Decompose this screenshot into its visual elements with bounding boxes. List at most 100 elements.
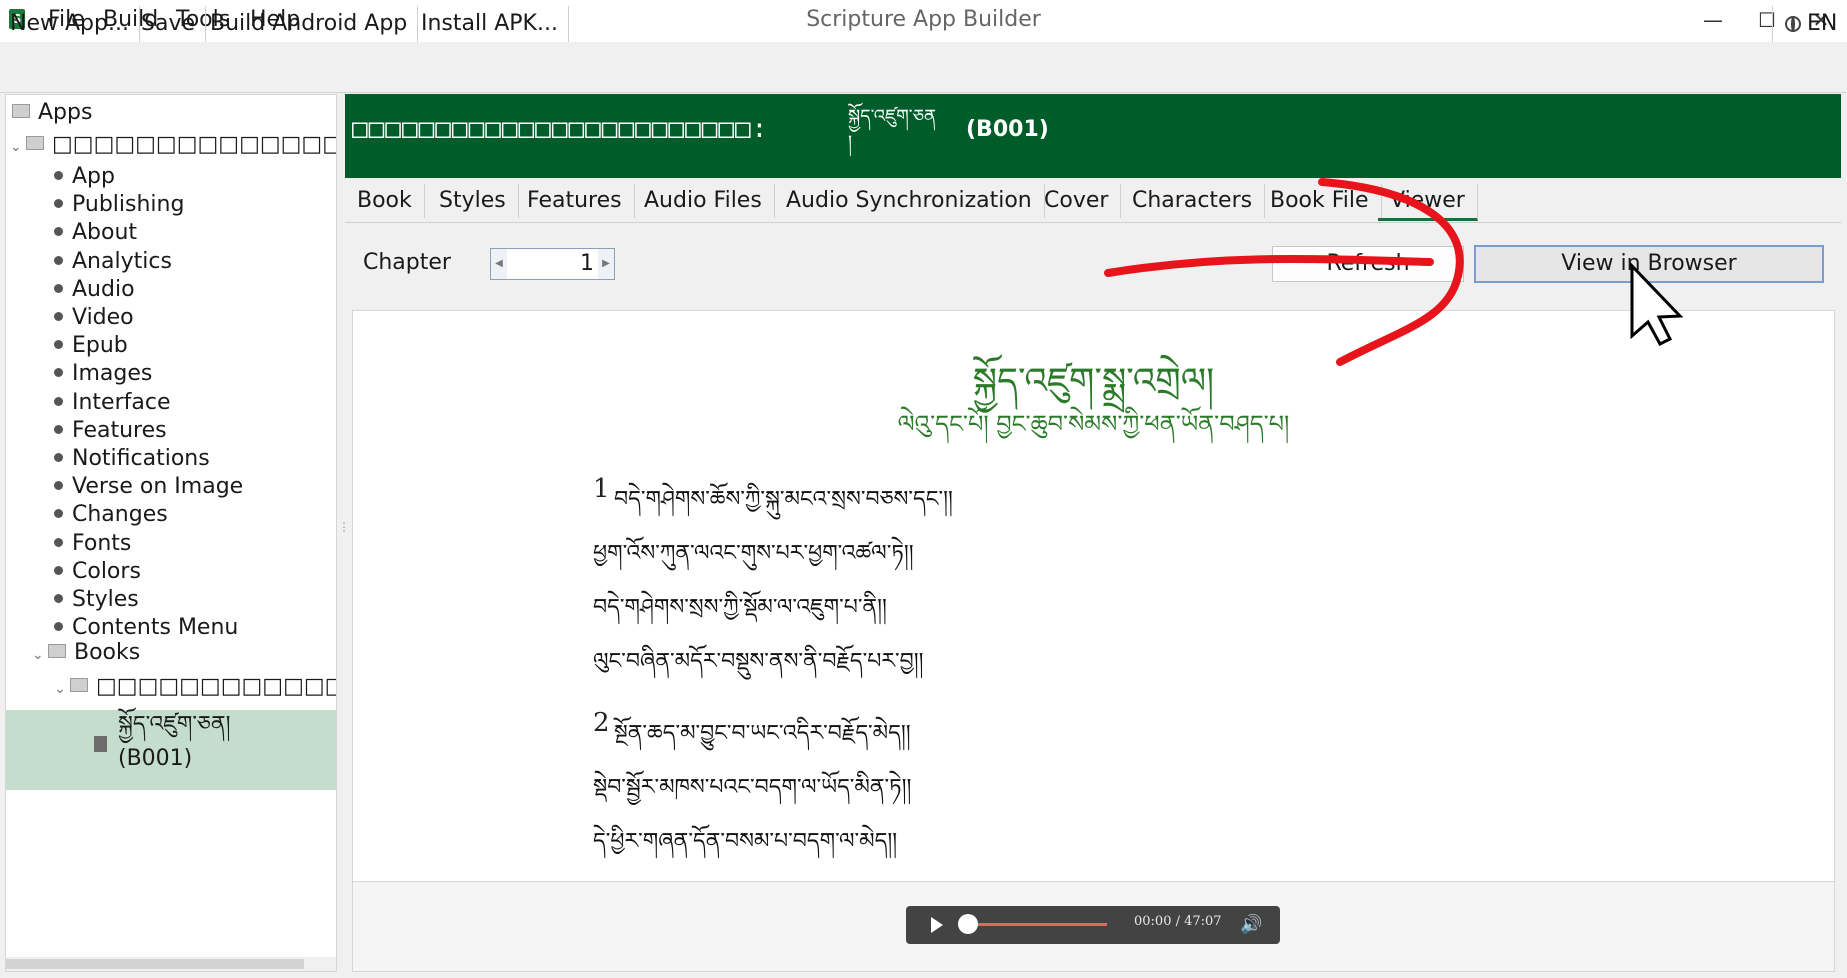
folder-icon <box>70 678 88 692</box>
splitter-handle[interactable]: ⋮ <box>338 521 350 546</box>
sidebar-item-label: Features <box>72 417 167 443</box>
bullet-icon <box>54 424 63 434</box>
sidebar-item-interface[interactable]: Interface <box>54 387 171 419</box>
bullet-icon <box>54 622 63 632</box>
sidebar-item-label: Interface <box>72 389 171 415</box>
tree-app-node[interactable]: ⌄ □□□□□□□□□□□□□□□□□□□□□□□ <box>10 129 337 161</box>
audio-time: 00:00 / 47:07 <box>1134 914 1222 929</box>
install-apk-button[interactable]: Install APK... <box>411 6 569 42</box>
sidebar-item-audio[interactable]: Audio <box>54 274 135 306</box>
sidebar-item-label: Audio <box>72 276 135 302</box>
bullet-icon <box>54 171 63 180</box>
folder-icon <box>12 104 30 118</box>
sidebar-item-epub[interactable]: Epub <box>54 330 128 362</box>
sidebar-item-video[interactable]: Video <box>54 302 134 334</box>
bullet-icon <box>54 368 63 378</box>
new-app-button[interactable]: New App... <box>0 6 140 42</box>
sidebar-item-styles[interactable]: Styles <box>54 584 139 616</box>
chevron-down-icon: ⌄ <box>54 681 66 697</box>
bullet-icon <box>54 312 63 321</box>
view-in-browser-button[interactable]: View in Browser <box>1474 245 1824 283</box>
verse-line: དེ་ཕྱིར་གཞན་དོན་བསམ་པ་བདག་ལ་མེད།། <box>593 829 898 854</box>
folder-icon <box>26 136 44 150</box>
audio-progress-track[interactable] <box>965 923 1107 926</box>
verse-number: 2 <box>593 708 610 738</box>
header-book-code: (B001) <box>966 117 1049 142</box>
tab-book-file[interactable]: Book File <box>1258 184 1382 218</box>
verse-line: སྡེབ་སྦྱོར་མཁས་པའང་བདག་ལ་ཡོད་མིན་ཏེ།། <box>593 775 912 800</box>
audio-progress-thumb[interactable] <box>958 914 978 934</box>
bullet-icon <box>54 255 63 265</box>
folder-icon <box>48 644 66 658</box>
tab-cover[interactable]: Cover <box>1032 184 1122 218</box>
sidebar-item-analytics[interactable]: Analytics <box>54 246 172 278</box>
sidebar-item-label: Publishing <box>72 192 185 218</box>
chevron-down-icon: ⌄ <box>32 647 44 663</box>
sidebar-item-label: Colors <box>72 558 141 584</box>
tree-books-node[interactable]: ⌄ Books <box>32 637 140 669</box>
build-android-app-button[interactable]: Build Android App <box>200 6 419 42</box>
save-button[interactable]: Save <box>131 6 207 42</box>
sidebar-item-label: Epub <box>72 333 128 359</box>
tree-book-label: སྐྱོད་འཛུག་ཅན། (B001) <box>118 708 231 776</box>
tab-audio-files[interactable]: Audio Files <box>632 184 775 218</box>
sidebar-item-fonts[interactable]: Fonts <box>54 528 131 560</box>
spinner-decrement-icon[interactable]: ◀ <box>491 249 507 279</box>
tree-label: □□□□□□□□□□□□□□□□□□□□ <box>96 674 336 699</box>
verse-number: 1 <box>593 474 610 504</box>
verse-line: བདེ་གཤེགས་ཆོས་ཀྱི་སྐུ་མངའ་སྲས་བཅས་དང་།། <box>614 487 953 512</box>
verse-line: སྔོན་ཆད་མ་བྱུང་བ་ཡང་འདིར་བརྗོད་མེད།། <box>614 721 911 746</box>
volume-icon[interactable]: 🔊 <box>1240 916 1262 934</box>
book-subtitle: ལེའུ་དང་པོ། བྱང་ཆུབ་སེམས་ཀྱི་ཕན་ཡོན་བཤད་… <box>897 410 1290 438</box>
bullet-icon <box>54 227 63 237</box>
tab-viewer[interactable]: Viewer <box>1378 184 1478 221</box>
language-label: EN <box>1807 11 1838 36</box>
sidebar-item-label: Styles <box>72 587 139 612</box>
tree-label: □□□□□□□□□□□□□□□□□□□□□□□ <box>52 132 337 157</box>
sidebar-item-label: Analytics <box>72 248 172 274</box>
bullet-icon <box>54 396 63 406</box>
sidebar-item-label: Changes <box>72 502 168 528</box>
header-tib-line: ། <box>848 132 852 153</box>
tree-scrollbar-thumb[interactable] <box>6 959 304 969</box>
verse-line: ཕྱག་འོས་ཀུན་ལའང་གུས་པར་ཕྱག་འཚལ་ཏེ།། <box>593 541 914 566</box>
book-code: (B001) <box>118 746 193 771</box>
sidebar-item-app[interactable]: App <box>54 161 115 193</box>
language-button[interactable]: EN <box>1772 6 1847 42</box>
sidebar-item-publishing[interactable]: Publishing <box>54 189 184 221</box>
spinner-increment-icon[interactable]: ▶ <box>598 249 614 279</box>
verse-line: ལུང་བཞིན་མདོར་བསྡུས་ནས་ནི་བརྗོད་པར་བྱ།། <box>593 649 924 674</box>
bullet-icon <box>54 565 63 575</box>
refresh-button[interactable]: Refresh <box>1272 246 1464 282</box>
minimize-button[interactable]: — <box>1688 4 1738 36</box>
sidebar-item-colors[interactable]: Colors <box>54 556 141 588</box>
sidebar-item-verse-on-image[interactable]: Verse on Image <box>54 471 243 503</box>
chapter-label: Chapter <box>363 250 451 275</box>
bullet-icon <box>54 453 63 462</box>
sidebar-item-label: Fonts <box>72 530 132 556</box>
tab-styles[interactable]: Styles <box>427 184 519 218</box>
tab-features[interactable]: Features <box>515 184 635 218</box>
sidebar-item-images[interactable]: Images <box>54 358 152 390</box>
sidebar-item-features[interactable]: Features <box>54 415 167 447</box>
tree-root-apps[interactable]: Apps <box>12 97 92 129</box>
tree-label: Books <box>74 640 141 665</box>
tab-audio-synchronization[interactable]: Audio Synchronization <box>774 184 1045 218</box>
tab-characters[interactable]: Characters <box>1120 184 1266 218</box>
play-icon[interactable] <box>931 917 943 933</box>
bullet-icon <box>54 537 63 547</box>
verse-line: བདེ་གཤེགས་སྲས་ཀྱི་སྡོམ་ལ་འཇུག་པ་ནི།། <box>593 595 887 620</box>
tree-collection-node[interactable]: ⌄ □□□□□□□□□□□□□□□□□□□□ <box>54 671 336 703</box>
chapter-value[interactable]: 1 <box>508 248 594 280</box>
project-tree[interactable]: Apps ⌄ □□□□□□□□□□□□□□□□□□□□□□□ App Publish… <box>5 94 337 972</box>
sidebar-item-changes[interactable]: Changes <box>54 499 168 531</box>
sidebar-item-about[interactable]: About <box>54 217 137 249</box>
bullet-icon <box>54 283 63 293</box>
bullet-icon <box>54 199 63 209</box>
chevron-down-icon: ⌄ <box>10 139 22 155</box>
bullet-icon <box>54 509 63 519</box>
tab-book[interactable]: Book <box>345 184 425 218</box>
toolbar <box>0 42 1847 93</box>
bullet-icon <box>54 481 63 491</box>
sidebar-item-notifications[interactable]: Notifications <box>54 443 210 475</box>
